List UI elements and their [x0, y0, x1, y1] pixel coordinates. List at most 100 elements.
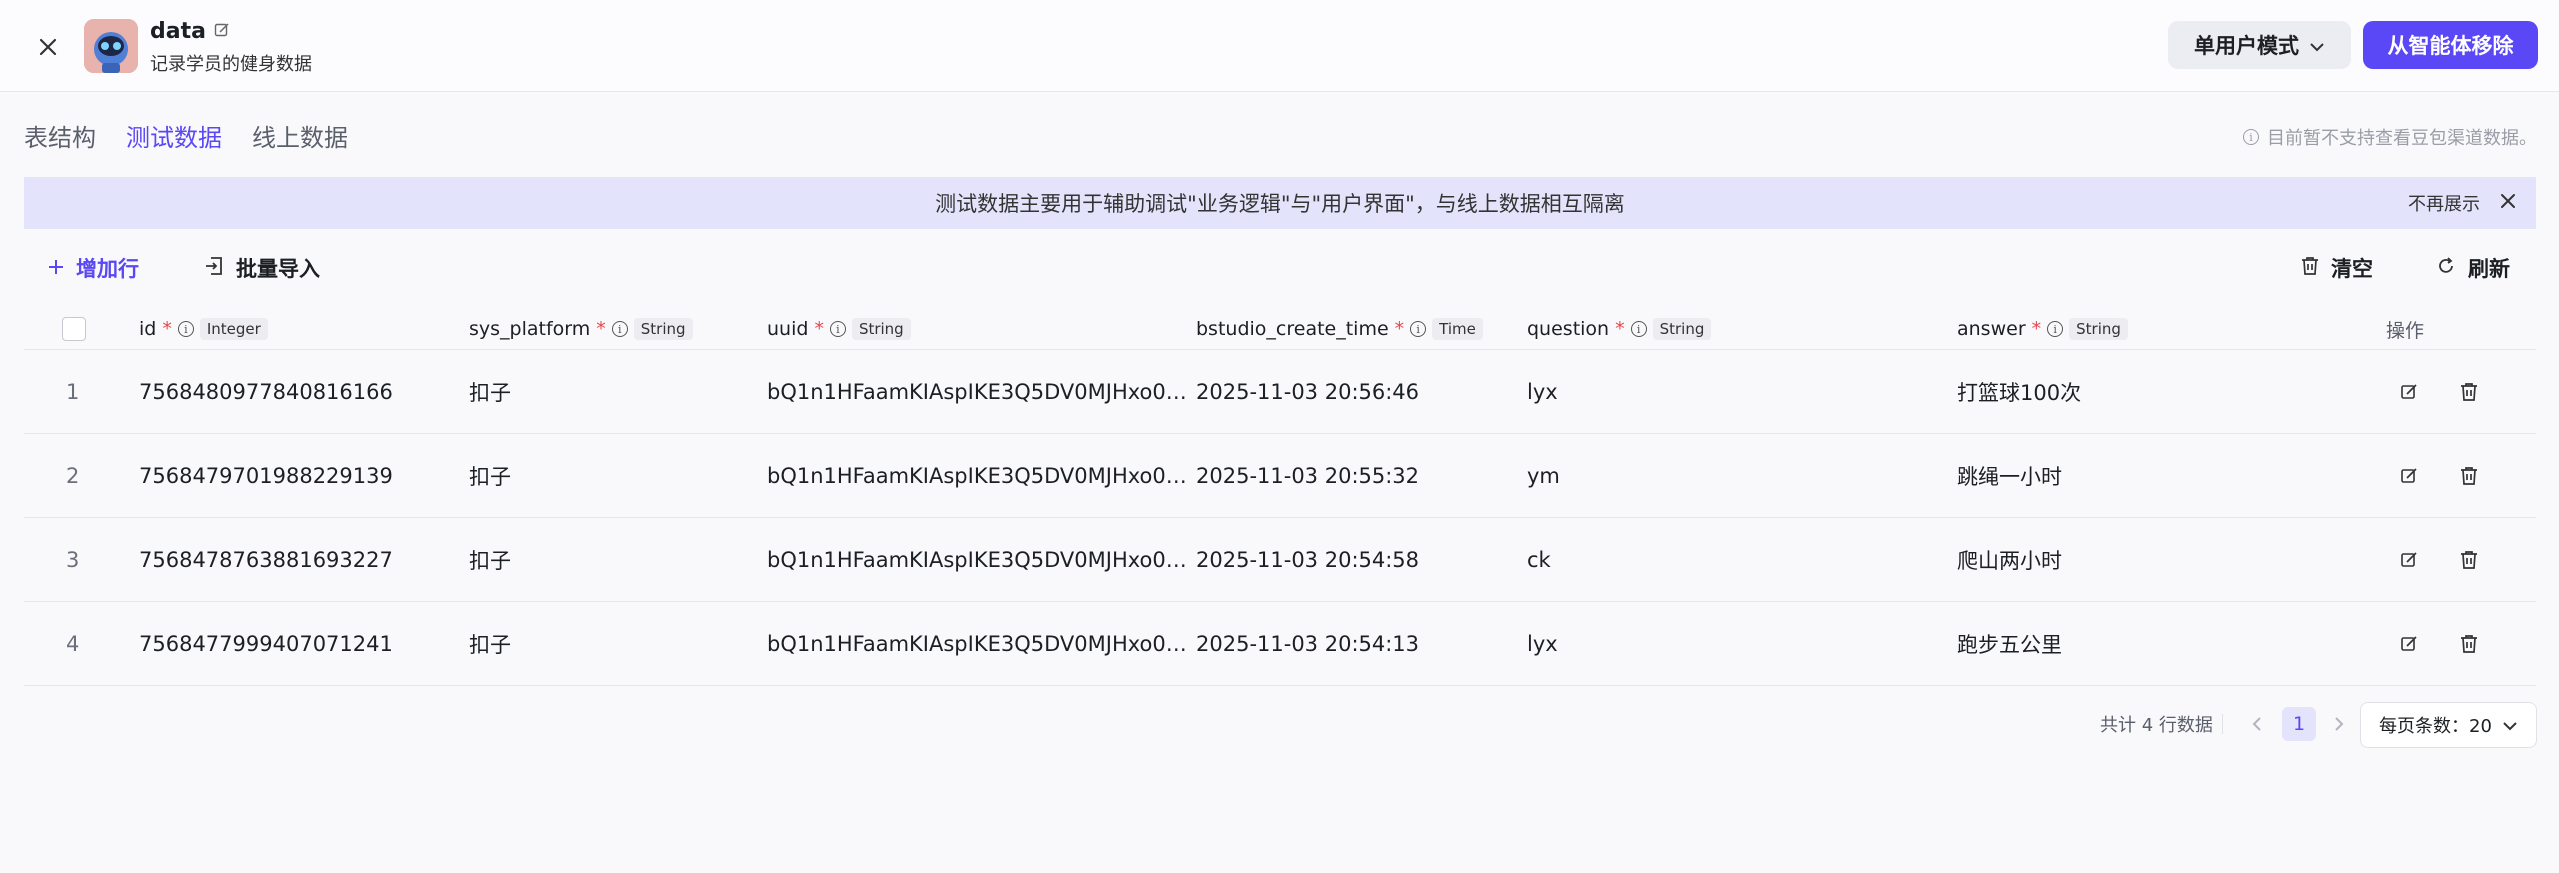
clear-label: 清空 [2331, 257, 2373, 281]
cell-id[interactable]: 7568479701988229139 [139, 434, 393, 518]
column-header-question: question * i String [1527, 308, 1712, 350]
cell-create-time[interactable]: 2025-11-03 20:54:58 [1196, 518, 1419, 602]
select-all-checkbox[interactable] [62, 317, 86, 341]
app-subtitle: 记录学员的健身数据 [150, 54, 312, 75]
refresh-icon [2436, 256, 2456, 281]
info-icon[interactable]: i [1410, 321, 1427, 337]
cell-answer[interactable]: 打篮球100次 [1957, 350, 2081, 434]
remove-from-agent-button[interactable]: 从智能体移除 [2363, 21, 2538, 69]
column-header-actions: 操作 [2386, 319, 2425, 342]
delete-icon[interactable] [2452, 459, 2486, 493]
row-index: 3 [66, 548, 80, 572]
required-mark: * [1394, 318, 1405, 340]
tab-schema[interactable]: 表结构 [24, 118, 96, 153]
dont-show-again-link[interactable]: 不再展示 [2408, 190, 2480, 216]
delete-icon[interactable] [2452, 543, 2486, 577]
edit-icon[interactable] [2392, 543, 2426, 577]
info-icon[interactable]: i [177, 321, 194, 337]
type-badge: String [851, 318, 911, 340]
total-count: 共计 4 行数据 [2100, 715, 2213, 736]
user-mode-label: 单用户模式 [2194, 34, 2299, 58]
clear-button[interactable]: 清空 [2301, 248, 2373, 288]
info-icon[interactable]: i [829, 321, 846, 337]
cell-uuid[interactable]: bQ1n1HFaamKIAspIKE3Q5DV0MJHxo0… [767, 518, 1187, 602]
cell-question[interactable]: ym [1527, 434, 1560, 518]
data-table: id * i Integer sys_platform * i String uui… [24, 308, 2536, 686]
cell-uuid[interactable]: bQ1n1HFaamKIAspIKE3Q5DV0MJHxo0… [767, 350, 1187, 434]
info-icon[interactable]: i [1630, 321, 1647, 337]
column-header-id: id * i Integer [139, 308, 268, 350]
page-number-current[interactable]: 1 [2282, 707, 2316, 741]
chevron-down-icon [2309, 33, 2325, 57]
bulk-import-label: 批量导入 [236, 257, 320, 281]
column-name: question [1527, 318, 1610, 340]
required-mark: * [162, 318, 172, 340]
add-row-button[interactable]: 增加行 [48, 248, 139, 288]
info-icon[interactable]: i [2047, 321, 2064, 337]
cell-question[interactable]: lyx [1527, 350, 1558, 434]
cell-id[interactable]: 7568477999407071241 [139, 602, 393, 686]
info-icon[interactable]: i [611, 321, 628, 337]
required-mark: * [814, 318, 824, 340]
cell-answer[interactable]: 爬山两小时 [1957, 518, 2062, 602]
type-badge: Time [1432, 318, 1483, 340]
table-toolbar: 增加行 批量导入 清空 刷新 [24, 248, 2536, 288]
cell-create-time[interactable]: 2025-11-03 20:56:46 [1196, 350, 1419, 434]
user-mode-dropdown[interactable]: 单用户模式 [2168, 21, 2351, 69]
column-name: sys_platform [469, 318, 591, 340]
cell-sys-platform[interactable]: 扣子 [469, 518, 511, 602]
tab-bar: 表结构 测试数据 线上数据 [24, 118, 348, 153]
edit-icon[interactable] [2392, 375, 2426, 409]
column-name: uuid [767, 318, 809, 340]
cell-question[interactable]: lyx [1527, 602, 1558, 686]
cell-create-time[interactable]: 2025-11-03 20:54:13 [1196, 602, 1419, 686]
column-header-create-time: bstudio_create_time * i Time [1196, 308, 1483, 350]
type-badge: String [633, 318, 693, 340]
cell-answer[interactable]: 跑步五公里 [1957, 602, 2062, 686]
cell-sys-platform[interactable]: 扣子 [469, 434, 511, 518]
cell-create-time[interactable]: 2025-11-03 20:55:32 [1196, 434, 1419, 518]
delete-icon[interactable] [2452, 375, 2486, 409]
tab-test-data[interactable]: 测试数据 [126, 118, 222, 153]
edit-icon[interactable] [2392, 459, 2426, 493]
notice-text: 目前暂不支持查看豆包渠道数据。 [2267, 128, 2537, 149]
chevron-left-icon[interactable] [2242, 702, 2272, 746]
column-header-answer: answer * i String [1957, 308, 2128, 350]
refresh-label: 刷新 [2468, 257, 2510, 281]
type-badge: String [1652, 318, 1712, 340]
plus-icon [48, 256, 64, 280]
delete-icon[interactable] [2452, 627, 2486, 661]
add-row-label: 增加行 [76, 257, 139, 281]
table-row: 1 7568480977840816166 扣子 bQ1n1HFaamKIAsp… [24, 350, 2536, 434]
edit-icon[interactable] [214, 22, 230, 42]
cell-id[interactable]: 7568480977840816166 [139, 350, 393, 434]
tab-online-data[interactable]: 线上数据 [252, 118, 348, 153]
cell-question[interactable]: ck [1527, 518, 1551, 602]
trash-icon [2301, 256, 2319, 281]
cell-sys-platform[interactable]: 扣子 [469, 602, 511, 686]
close-icon[interactable] [30, 29, 66, 65]
header-bar: data 记录学员的健身数据 单用户模式 从智能体移除 [0, 0, 2559, 92]
chevron-right-icon[interactable] [2324, 702, 2354, 746]
close-icon[interactable] [2500, 193, 2516, 214]
table-header: id * i Integer sys_platform * i String uui… [24, 308, 2536, 350]
edit-icon[interactable] [2392, 627, 2426, 661]
required-mark: * [596, 318, 606, 340]
chevron-down-icon [2502, 715, 2518, 736]
pagination: 共计 4 行数据 1 每页条数：20 [0, 702, 2559, 748]
refresh-button[interactable]: 刷新 [2436, 248, 2510, 288]
cell-id[interactable]: 7568478763881693227 [139, 518, 393, 602]
type-badge: Integer [199, 318, 268, 340]
table-row: 2 7568479701988229139 扣子 bQ1n1HFaamKIAsp… [24, 434, 2536, 518]
bulk-import-button[interactable]: 批量导入 [204, 248, 320, 288]
page-size-select[interactable]: 每页条数：20 [2360, 702, 2537, 748]
row-index: 1 [66, 380, 80, 404]
avatar [84, 19, 138, 73]
cell-answer[interactable]: 跳绳一小时 [1957, 434, 2062, 518]
cell-sys-platform[interactable]: 扣子 [469, 350, 511, 434]
required-mark: * [1615, 318, 1625, 340]
cell-uuid[interactable]: bQ1n1HFaamKIAspIKE3Q5DV0MJHxo0… [767, 434, 1187, 518]
cell-uuid[interactable]: bQ1n1HFaamKIAspIKE3Q5DV0MJHxo0… [767, 602, 1187, 686]
column-header-uuid: uuid * i String [767, 308, 911, 350]
import-icon [204, 256, 224, 281]
